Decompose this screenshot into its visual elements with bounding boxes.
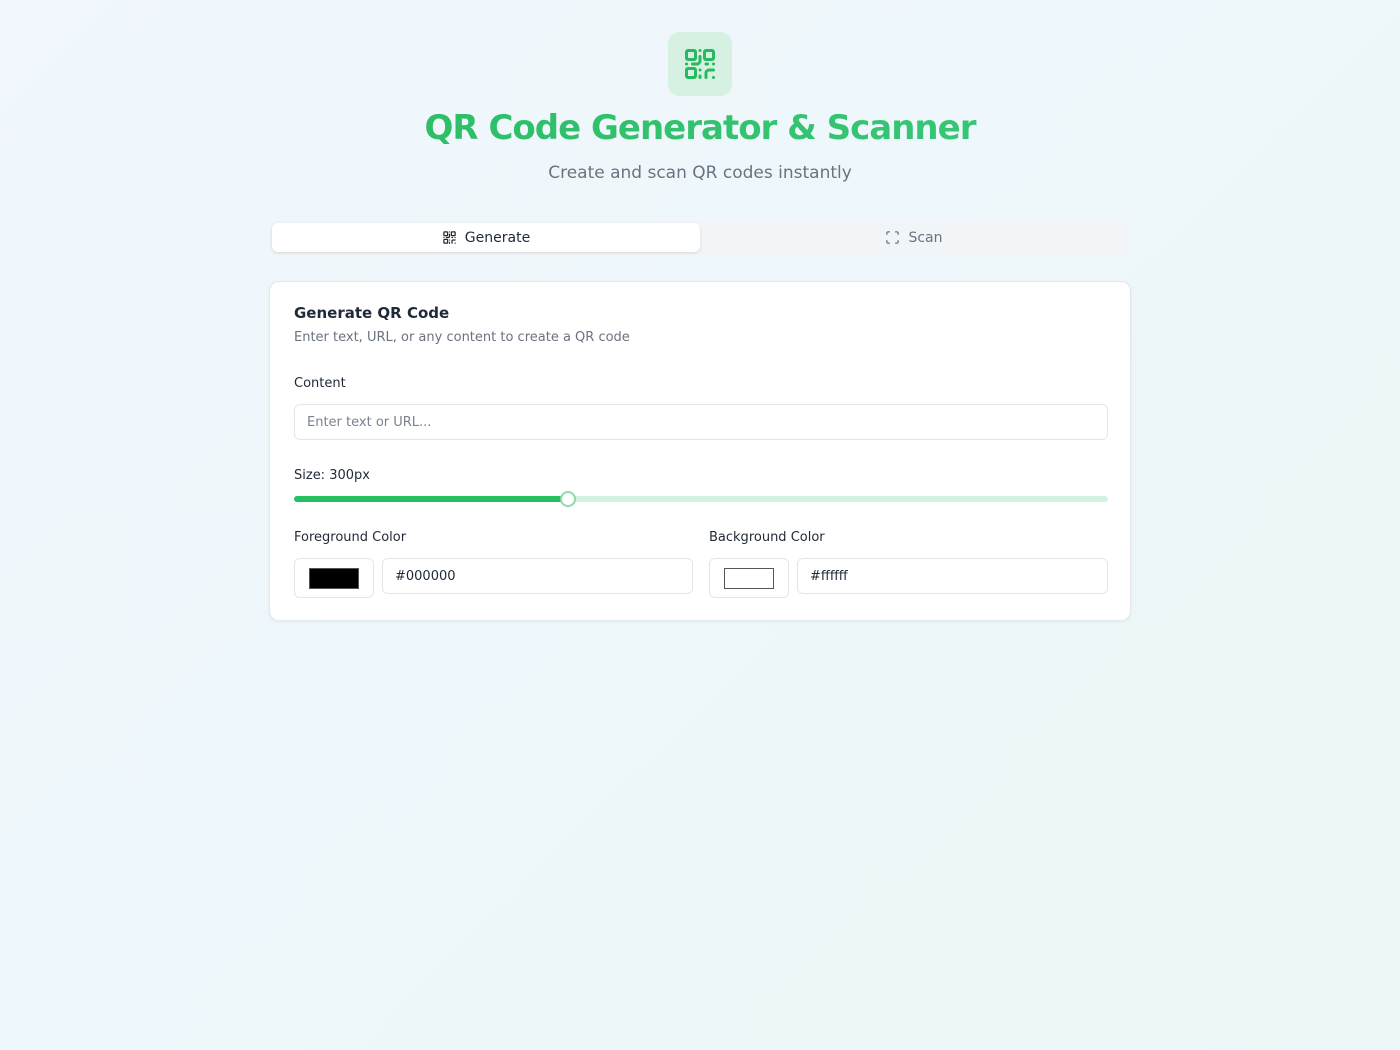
background-color-input[interactable] (797, 558, 1108, 594)
qr-code-icon (443, 231, 456, 244)
tab-list: Generate Scan (269, 220, 1131, 255)
scan-frame-icon (886, 231, 900, 244)
page-subtitle: Create and scan QR codes instantly (548, 163, 852, 183)
size-slider-thumb[interactable] (560, 491, 576, 507)
tab-scan-label: Scan (908, 229, 943, 246)
foreground-color-input[interactable] (382, 558, 693, 594)
tab-generate-label: Generate (464, 229, 531, 246)
generate-card: Generate QR Code Enter text, URL, or any… (269, 281, 1131, 621)
tab-generate[interactable]: Generate (272, 223, 700, 252)
background-color-picker[interactable] (709, 558, 789, 598)
foreground-color-swatch (309, 567, 359, 589)
tab-scan[interactable]: Scan (700, 223, 1128, 252)
foreground-color-picker[interactable] (294, 558, 374, 598)
size-slider-fill (294, 496, 568, 502)
logo (668, 32, 732, 96)
qr-code-icon (685, 49, 715, 80)
page-title: QR Code Generator & Scanner (0, 108, 1400, 148)
background-color-swatch (724, 567, 774, 589)
size-slider[interactable] (294, 491, 1108, 507)
content-input[interactable] (294, 404, 1108, 440)
background-color-label: Background Color (709, 530, 825, 545)
card-title: Generate QR Code (294, 304, 450, 322)
content-label: Content (294, 376, 346, 391)
foreground-color-label: Foreground Color (294, 530, 407, 545)
size-label: Size: 300px (294, 468, 370, 483)
card-description: Enter text, URL, or any content to creat… (294, 330, 630, 345)
